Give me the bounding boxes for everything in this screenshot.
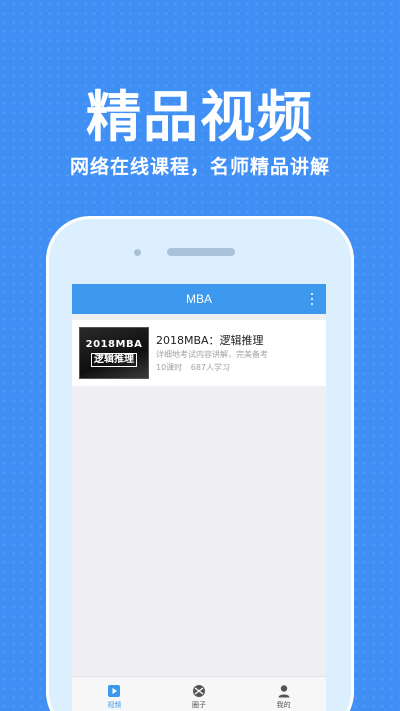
tab-video-label: 视频 — [107, 701, 122, 709]
tab-community-label: 圈子 — [192, 701, 206, 709]
tab-profile[interactable]: 我的 — [241, 677, 326, 711]
app-title: MBA — [185, 292, 212, 306]
circle-community-icon — [193, 685, 205, 697]
thumbnail-text-bottom: 逻辑推理 — [91, 353, 137, 367]
course-lessons: 10课时 — [156, 363, 183, 372]
phone-frame: MBA 2018MBA 逻辑推理 2018MBA：逻辑推理 详细地考试内容讲解，… — [46, 216, 354, 711]
promo-subline: 网络在线课程，名师精品讲解 — [69, 156, 330, 178]
tab-community[interactable]: 圈子 — [157, 677, 242, 711]
video-play-icon — [108, 685, 121, 697]
phone-speaker — [167, 248, 235, 256]
course-thumbnail[interactable]: 2018MBA 逻辑推理 — [79, 327, 149, 379]
app-bar: MBA — [72, 284, 326, 314]
user-profile-icon — [278, 685, 290, 698]
tab-video[interactable]: 视频 — [72, 677, 157, 711]
bottom-tab-bar: 视频 圈子 我的 — [72, 676, 326, 711]
tab-profile-label: 我的 — [276, 701, 291, 709]
course-learners: 687人学习 — [190, 363, 231, 372]
app-screen: MBA 2018MBA 逻辑推理 2018MBA：逻辑推理 详细地考试内容讲解，… — [72, 284, 326, 711]
course-title: 2018MBA：逻辑推理 — [156, 334, 264, 347]
phone-camera — [134, 249, 141, 256]
course-meta: 10课时 687人学习 — [156, 362, 230, 373]
course-description: 详细地考试内容讲解，完美备考 — [156, 350, 268, 359]
course-list-item[interactable]: 2018MBA 逻辑推理 2018MBA：逻辑推理 详细地考试内容讲解，完美备考… — [72, 320, 326, 386]
more-vertical-icon[interactable] — [310, 293, 314, 305]
thumbnail-text-top: 2018MBA — [85, 339, 143, 350]
promo-headline: 精品视频 — [85, 85, 314, 149]
